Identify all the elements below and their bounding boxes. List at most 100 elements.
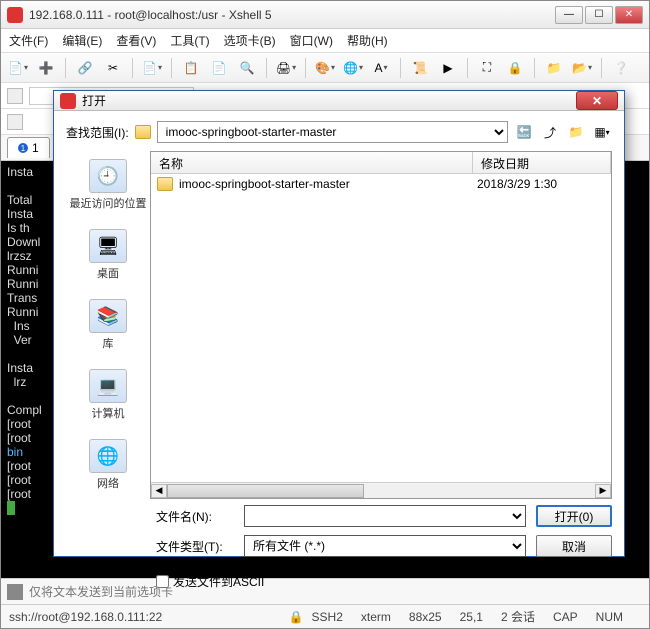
status-sessions: 2 会话 bbox=[501, 608, 535, 625]
dialog-app-icon bbox=[60, 93, 76, 109]
print-icon[interactable]: 🖨▾ bbox=[275, 57, 297, 79]
menu-help[interactable]: 帮助(H) bbox=[347, 32, 388, 49]
h-scrollbar[interactable]: ◀ ▶ bbox=[151, 482, 611, 498]
scroll-left-icon[interactable]: ◀ bbox=[151, 484, 167, 498]
folder-icon bbox=[135, 125, 151, 139]
network-icon: 🌐 bbox=[89, 439, 127, 473]
status-lock-icon: 🔒 bbox=[289, 610, 304, 624]
separator bbox=[266, 58, 267, 78]
window-title: 192.168.0.111 - root@localhost:/usr - Xs… bbox=[29, 8, 555, 22]
transfer-icon[interactable]: 📁 bbox=[543, 57, 565, 79]
lock-icon[interactable]: 🔒 bbox=[504, 57, 526, 79]
copy-icon[interactable]: 📋 bbox=[180, 57, 202, 79]
lookup-select[interactable]: imooc-springboot-starter-master bbox=[157, 121, 508, 143]
file-list: 名称 修改日期 imooc-springboot-starter-master … bbox=[150, 151, 612, 499]
computer-icon: 💻 bbox=[89, 369, 127, 403]
place-computer[interactable]: 💻 计算机 bbox=[66, 365, 150, 425]
paste-icon[interactable]: 📄 bbox=[208, 57, 230, 79]
ascii-label: 发送文件到ASCII bbox=[173, 573, 264, 590]
quick-icon bbox=[7, 114, 23, 130]
up-icon[interactable]: ⤴ bbox=[540, 122, 560, 142]
open-icon[interactable]: ➕ bbox=[35, 57, 57, 79]
filetype-select[interactable]: 所有文件 (*.*) bbox=[244, 535, 526, 557]
cursor bbox=[7, 501, 15, 515]
main-titlebar[interactable]: 192.168.0.111 - root@localhost:/usr - Xs… bbox=[1, 1, 649, 29]
status-bar: ssh://root@192.168.0.111:22 🔒 SSH2 xterm… bbox=[1, 604, 649, 628]
close-button[interactable]: ✕ bbox=[615, 6, 643, 24]
status-cap: CAP bbox=[553, 610, 578, 624]
cancel-button[interactable]: 取消 bbox=[536, 535, 612, 557]
menu-tab[interactable]: 选项卡(B) bbox=[224, 32, 276, 49]
reconnect-icon[interactable]: 🔗 bbox=[74, 57, 96, 79]
dialog-close-button[interactable]: ✕ bbox=[576, 91, 618, 110]
col-date[interactable]: 修改日期 bbox=[473, 152, 611, 173]
place-network[interactable]: 🌐 网络 bbox=[66, 435, 150, 495]
dialog-title: 打开 bbox=[82, 92, 576, 109]
filename-input[interactable] bbox=[244, 505, 526, 527]
separator bbox=[467, 58, 468, 78]
find-icon[interactable]: 🔍 bbox=[236, 57, 258, 79]
back-icon[interactable]: 🔙 bbox=[514, 122, 534, 142]
maximize-button[interactable]: ☐ bbox=[585, 6, 613, 24]
new-session-icon[interactable]: 📄▾ bbox=[7, 57, 29, 79]
scroll-track[interactable] bbox=[167, 484, 595, 498]
open-button[interactable]: 打开(0) bbox=[536, 505, 612, 527]
disconnect-icon[interactable]: ✂ bbox=[102, 57, 124, 79]
minimize-button[interactable]: — bbox=[555, 6, 583, 24]
file-list-header: 名称 修改日期 bbox=[151, 152, 611, 174]
scroll-thumb[interactable] bbox=[167, 484, 364, 498]
recent-icon: 🕘 bbox=[89, 159, 127, 193]
session-tab[interactable]: 1 1 bbox=[7, 137, 50, 158]
place-libraries[interactable]: 📚 库 bbox=[66, 295, 150, 355]
color-icon[interactable]: 🎨▾ bbox=[314, 57, 336, 79]
separator bbox=[601, 58, 602, 78]
libraries-icon: 📚 bbox=[89, 299, 127, 333]
menu-window[interactable]: 窗口(W) bbox=[290, 32, 333, 49]
menu-file[interactable]: 文件(F) bbox=[9, 32, 48, 49]
new-folder-icon[interactable]: 📁 bbox=[566, 122, 586, 142]
status-size: 88x25 bbox=[409, 610, 442, 624]
place-desktop[interactable]: 🖥 桌面 bbox=[66, 225, 150, 285]
scroll-right-icon[interactable]: ▶ bbox=[595, 484, 611, 498]
separator bbox=[534, 58, 535, 78]
ascii-checkbox[interactable] bbox=[156, 575, 169, 588]
properties-icon[interactable]: 📄▾ bbox=[141, 57, 163, 79]
script-icon[interactable]: 📜 bbox=[409, 57, 431, 79]
file-list-body[interactable]: imooc-springboot-starter-master 2018/3/2… bbox=[151, 174, 611, 482]
tab-label: 1 bbox=[32, 141, 39, 155]
command-icon bbox=[7, 584, 23, 600]
separator bbox=[400, 58, 401, 78]
menu-bar: 文件(F) 编辑(E) 查看(V) 工具(T) 选项卡(B) 窗口(W) 帮助(… bbox=[1, 29, 649, 53]
font-icon[interactable]: A▾ bbox=[370, 57, 392, 79]
list-item[interactable]: imooc-springboot-starter-master 2018/3/2… bbox=[151, 174, 611, 194]
status-pos: 25,1 bbox=[460, 610, 483, 624]
dialog-titlebar[interactable]: 打开 ✕ bbox=[54, 91, 624, 111]
toolbar: 📄▾ ➕ 🔗 ✂ 📄▾ 📋 📄 🔍 🖨▾ 🎨▾ 🌐▾ A▾ 📜 ▶ ⛶ 🔒 📁 … bbox=[1, 53, 649, 83]
xftp-icon[interactable]: 📂▾ bbox=[571, 57, 593, 79]
help-icon[interactable]: ❔ bbox=[610, 57, 632, 79]
fullscreen-icon[interactable]: ⛶ bbox=[476, 57, 498, 79]
tab-badge: 1 bbox=[18, 143, 28, 153]
status-term: xterm bbox=[361, 610, 391, 624]
menu-view[interactable]: 查看(V) bbox=[116, 32, 156, 49]
col-name[interactable]: 名称 bbox=[151, 152, 473, 173]
status-num: NUM bbox=[596, 610, 623, 624]
separator bbox=[65, 58, 66, 78]
status-conn: ssh://root@192.168.0.111:22 bbox=[9, 610, 162, 624]
menu-tools[interactable]: 工具(T) bbox=[170, 32, 209, 49]
separator bbox=[305, 58, 306, 78]
globe-icon[interactable]: 🌐▾ bbox=[342, 57, 364, 79]
app-icon bbox=[7, 7, 23, 23]
lookup-label: 查找范围(I): bbox=[66, 124, 129, 141]
menu-edit[interactable]: 编辑(E) bbox=[62, 32, 102, 49]
places-bar: 🕘 最近访问的位置 🖥 桌面 📚 库 💻 计算机 🌐 网络 bbox=[66, 151, 150, 499]
lookup-row: 查找范围(I): imooc-springboot-starter-master… bbox=[66, 121, 612, 143]
place-recent[interactable]: 🕘 最近访问的位置 bbox=[66, 155, 150, 215]
separator bbox=[171, 58, 172, 78]
folder-icon bbox=[157, 177, 173, 191]
run-icon[interactable]: ▶ bbox=[437, 57, 459, 79]
views-icon[interactable]: ▦▾ bbox=[592, 122, 612, 142]
separator bbox=[132, 58, 133, 78]
filename-label: 文件名(N): bbox=[156, 508, 234, 525]
filetype-label: 文件类型(T): bbox=[156, 538, 234, 555]
